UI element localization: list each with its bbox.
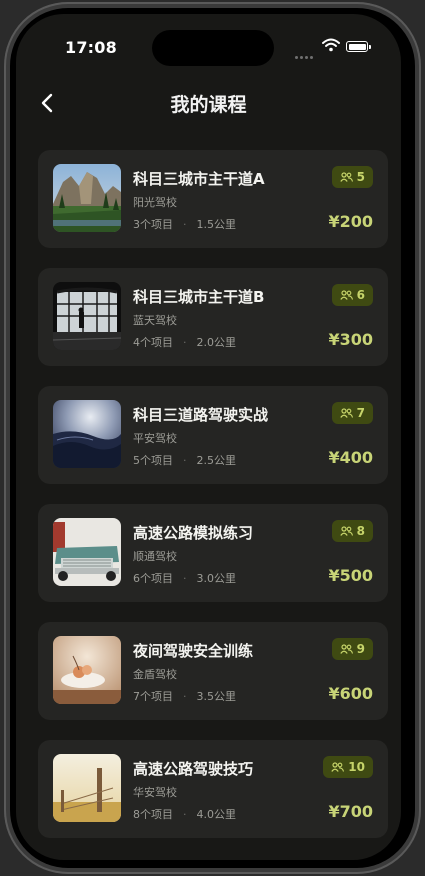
course-card[interactable]: 科目三道路驾驶实战 平安驾校 5个项目 · 2.5公里 7 ¥400 — [38, 386, 388, 484]
item-count: 5个项目 — [133, 454, 173, 467]
distance: 3.0公里 — [196, 572, 237, 585]
separator-dot: · — [183, 218, 187, 231]
course-meta: 7个项目 · 3.5公里 — [133, 688, 236, 704]
course-price: ¥700 — [328, 802, 373, 821]
dynamic-island — [152, 30, 274, 66]
item-count: 7个项目 — [133, 690, 173, 703]
course-title: 夜间驾驶安全训练 — [133, 642, 254, 660]
course-title: 科目三城市主干道A — [133, 170, 265, 188]
school-name: 顺通驾校 — [133, 550, 177, 563]
course-title: 高速公路模拟练习 — [133, 524, 254, 542]
course-title: 高速公路驾驶技巧 — [133, 760, 254, 778]
course-price: ¥300 — [328, 330, 373, 349]
separator-dot: · — [183, 572, 187, 585]
school-name: 蓝天驾校 — [133, 314, 177, 327]
course-title: 科目三道路驾驶实战 — [133, 406, 269, 424]
course-thumbnail — [53, 636, 121, 704]
users-icon — [339, 290, 353, 300]
school-name: 平安驾校 — [133, 432, 177, 445]
student-count-badge: 8 — [331, 520, 373, 542]
course-price: ¥200 — [328, 212, 373, 231]
separator-dot: · — [183, 690, 187, 703]
distance: 2.5公里 — [196, 454, 237, 467]
course-meta: 5个项目 · 2.5公里 — [133, 452, 236, 468]
battery-icon — [346, 41, 371, 52]
distance: 4.0公里 — [196, 808, 237, 821]
status-time: 17:08 — [65, 38, 117, 57]
item-count: 4个项目 — [133, 336, 173, 349]
course-meta: 8个项目 · 4.0公里 — [133, 806, 236, 822]
student-count: 7 — [356, 406, 365, 420]
item-count: 6个项目 — [133, 572, 173, 585]
student-count: 9 — [356, 642, 365, 656]
course-list: 科目三城市主干道A 阳光驾校 3个项目 · 1.5公里 5 ¥200 科目三城市… — [38, 150, 388, 858]
users-icon — [331, 762, 345, 772]
app-screen: 17:08 我的课程 科目三城市主干道A 阳光驾校 3个项目 · 1.5公里 5… — [16, 14, 401, 860]
wifi-icon — [322, 38, 340, 52]
course-price: ¥500 — [328, 566, 373, 585]
student-count-badge: 7 — [331, 402, 373, 424]
cellular-signal-icon — [295, 44, 321, 59]
course-thumbnail — [53, 282, 121, 350]
school-name: 华安驾校 — [133, 786, 177, 799]
users-icon — [339, 526, 353, 536]
course-card[interactable]: 高速公路驾驶技巧 华安驾校 8个项目 · 4.0公里 10 ¥700 — [38, 740, 388, 838]
course-thumbnail — [53, 518, 121, 586]
distance: 3.5公里 — [196, 690, 237, 703]
item-count: 8个项目 — [133, 808, 173, 821]
users-icon — [339, 644, 353, 654]
course-meta: 4个项目 · 2.0公里 — [133, 334, 236, 350]
school-name: 阳光驾校 — [133, 196, 177, 209]
student-count-badge: 5 — [331, 166, 373, 188]
course-card[interactable]: 高速公路模拟练习 顺通驾校 6个项目 · 3.0公里 8 ¥500 — [38, 504, 388, 602]
student-count: 5 — [356, 170, 365, 184]
separator-dot: · — [183, 454, 187, 467]
page-title: 我的课程 — [170, 94, 247, 116]
distance: 2.0公里 — [196, 336, 237, 349]
distance: 1.5公里 — [196, 218, 237, 231]
school-name: 金盾驾校 — [133, 668, 177, 681]
student-count-badge: 10 — [323, 756, 373, 778]
student-count-badge: 6 — [331, 284, 373, 306]
course-price: ¥600 — [328, 684, 373, 703]
course-title: 科目三城市主干道B — [133, 288, 265, 306]
separator-dot: · — [183, 336, 187, 349]
course-thumbnail — [53, 400, 121, 468]
course-card[interactable]: 夜间驾驶安全训练 金盾驾校 7个项目 · 3.5公里 9 ¥600 — [38, 622, 388, 720]
course-card[interactable]: 科目三城市主干道B 蓝天驾校 4个项目 · 2.0公里 6 ¥300 — [38, 268, 388, 366]
users-icon — [339, 408, 353, 418]
student-count: 10 — [348, 760, 365, 774]
course-card[interactable]: 科目三城市主干道A 阳光驾校 3个项目 · 1.5公里 5 ¥200 — [38, 150, 388, 248]
course-meta: 3个项目 · 1.5公里 — [133, 216, 236, 232]
student-count: 8 — [356, 524, 365, 538]
student-count: 6 — [356, 288, 365, 302]
users-icon — [339, 172, 353, 182]
course-price: ¥400 — [328, 448, 373, 467]
student-count-badge: 9 — [331, 638, 373, 660]
item-count: 3个项目 — [133, 218, 173, 231]
separator-dot: · — [183, 808, 187, 821]
course-meta: 6个项目 · 3.0公里 — [133, 570, 236, 586]
course-thumbnail — [53, 754, 121, 822]
course-thumbnail — [53, 164, 121, 232]
